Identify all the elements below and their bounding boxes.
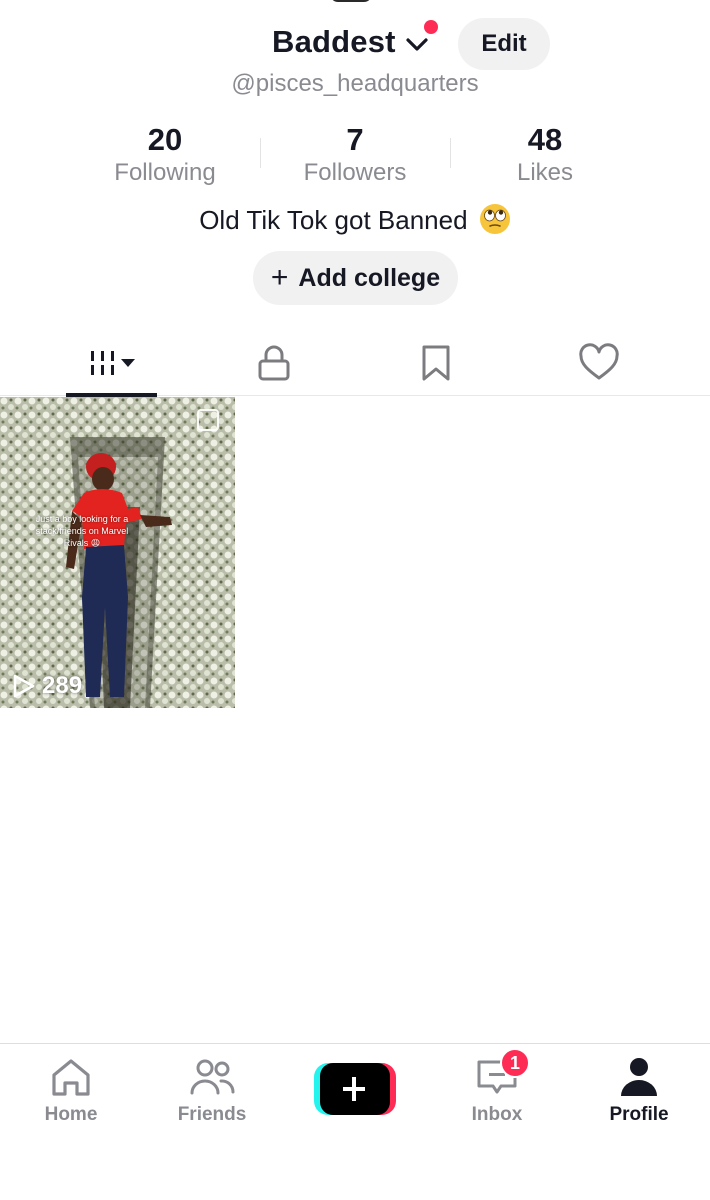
bookmark-icon [422,345,450,381]
video-thumbnail[interactable]: Just a boy looking for a stack/friends o… [0,397,235,708]
nav-home[interactable]: Home [16,1056,126,1136]
view-count: 289 [12,672,82,700]
nav-inbox[interactable]: 1 Inbox [442,1048,552,1136]
tab-videos[interactable] [66,330,156,396]
avatar-image [330,0,372,2]
bottom-navigation: Home Friends 1 Inbox Profile [0,1043,710,1200]
stat-value: 7 [346,122,364,157]
nav-label: Profile [609,1104,669,1125]
tab-liked[interactable] [554,330,644,396]
chevron-down-icon[interactable] [405,32,429,56]
nav-friends[interactable]: Friends [157,1056,267,1136]
play-outline-icon [13,674,35,698]
profile-icon [621,1058,657,1096]
edit-profile-button[interactable]: Edit [458,18,550,70]
stat-value: 20 [147,122,183,157]
stat-value: 48 [527,122,563,157]
plus-icon: + [270,261,289,294]
video-caption: Just a boy looking for a stack/friends o… [35,514,129,548]
heart-icon [579,343,619,380]
username-handle: @pisces_headquarters [231,70,479,97]
nav-label: Inbox [471,1104,523,1125]
grid-icon [91,351,135,375]
display-name[interactable]: Baddest [272,24,396,60]
profile-header: Baddest Edit [0,18,710,70]
stat-label: Followers [303,159,407,186]
tab-private[interactable] [229,330,319,396]
profile-tabs [0,330,710,397]
add-college-label: Add college [298,263,441,292]
bio-text: Old Tik Tok got Banned [199,205,468,235]
profile-bio: Old Tik Tok got Banned [0,203,710,236]
stat-followers[interactable]: 7 Followers [260,122,450,188]
stat-label: Likes [516,159,574,186]
tab-saved[interactable] [391,330,481,396]
profile-stats: 20 Following 7 Followers 48 Likes [70,122,640,192]
avatar[interactable] [330,0,380,2]
view-count-value: 289 [42,672,83,699]
nav-label: Home [44,1104,98,1125]
stat-likes[interactable]: 48 Likes [450,122,640,188]
stat-label: Following [114,159,216,186]
video-preview-image [0,397,235,708]
inbox-badge: 1 [500,1048,530,1078]
create-button[interactable] [314,1063,396,1115]
stat-following[interactable]: 20 Following [70,122,260,188]
nav-label: Friends [177,1104,247,1125]
create-plus-icon [314,1063,396,1115]
notification-dot [424,20,438,34]
select-checkbox[interactable] [197,409,219,431]
home-icon [52,1059,90,1096]
rolling-eyes-emoji-icon [479,204,510,234]
add-college-button[interactable]: + Add college [253,251,458,305]
lock-icon [258,345,290,381]
friends-icon [190,1059,235,1095]
nav-profile[interactable]: Profile [584,1056,694,1136]
